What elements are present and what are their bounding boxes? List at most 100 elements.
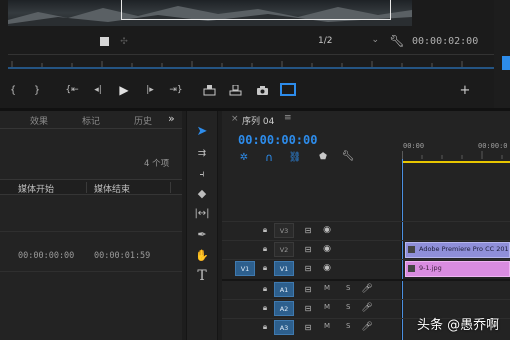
item-count: 4 个项 <box>144 159 170 169</box>
eye-icon[interactable]: ◉ <box>321 224 333 236</box>
work-area-bar[interactable] <box>402 161 510 163</box>
track-name-v1[interactable]: V1 <box>274 261 294 276</box>
overflow-tabs-icon[interactable]: » <box>168 112 175 125</box>
sequence-tab-title[interactable]: 序列 04 <box>242 114 274 127</box>
mute-button[interactable]: M <box>324 322 330 330</box>
track-select-tool-icon[interactable]: ⇉ <box>193 145 211 161</box>
resolution-value: 1/2 <box>318 36 333 46</box>
resolution-select[interactable]: 1/2 ⌄ <box>316 35 382 49</box>
mute-button[interactable]: M <box>324 284 330 292</box>
column-header: 媒体开始 媒体结束 <box>0 179 182 195</box>
play-icon[interactable]: ▶ <box>117 83 131 97</box>
microphone-icon[interactable]: 🎤︎ <box>361 283 372 295</box>
go-to-in-icon[interactable]: {⇤ <box>64 84 80 96</box>
lock-icon[interactable]: 🔒︎ <box>260 262 270 274</box>
tab-effects[interactable]: 效果 <box>30 114 48 127</box>
column-media-start[interactable]: 媒体开始 <box>18 182 54 195</box>
extract-icon[interactable] <box>228 84 242 96</box>
pen-tool-icon[interactable]: ✒ <box>193 226 211 242</box>
hand-tool-icon[interactable]: ✋ <box>193 247 211 263</box>
sync-lock-icon[interactable]: ⊟ <box>302 262 314 274</box>
solo-button[interactable]: S <box>346 322 350 330</box>
watermark: 头条 @愚乔啊 <box>417 318 500 333</box>
fx-badge-icon <box>408 265 415 272</box>
timeline-ruler[interactable]: 00:00 00:00:0 <box>402 137 510 163</box>
drop-marker-icon[interactable] <box>100 37 109 46</box>
timeline-clip[interactable]: 9-1.jpg <box>405 261 510 277</box>
sync-lock-icon[interactable]: ⊟ <box>302 224 314 236</box>
tools-panel: ➤ ⇉ ⫞ ◆ |↔| ✒ ✋ T <box>186 111 218 340</box>
column-separator[interactable] <box>86 182 87 193</box>
track-name-v2[interactable]: V2 <box>274 242 294 257</box>
row-divider <box>0 271 182 272</box>
microphone-icon[interactable]: 🎤︎ <box>361 321 372 333</box>
table-row[interactable]: 00:00:00:00 00:00:01:59 <box>0 249 182 263</box>
sync-lock-icon[interactable]: ⊟ <box>302 302 314 314</box>
solo-button[interactable]: S <box>346 303 350 311</box>
monitor-ruler[interactable] <box>8 54 494 69</box>
selection-tool-icon[interactable]: ➤ <box>193 122 211 140</box>
column-media-end[interactable]: 媒体结束 <box>94 182 130 195</box>
fx-badge-icon <box>408 246 415 253</box>
video-preview <box>8 0 412 26</box>
project-panel: 效果 标记 历史 » 4 个项 媒体开始 媒体结束 00:00:00:00 00… <box>0 111 182 340</box>
media-start-cell: 00:00:00:00 <box>18 251 75 261</box>
lock-icon[interactable]: 🔒︎ <box>260 243 270 255</box>
comparison-view-button[interactable] <box>280 83 296 96</box>
timeline-timecode[interactable]: 00:00:00:00 <box>238 133 317 147</box>
add-marker-icon[interactable]: ⬟ <box>318 151 328 163</box>
go-to-out-icon[interactable]: ⇥} <box>168 84 184 96</box>
wrench-icon[interactable]: 🔧︎ <box>389 34 404 48</box>
track-a1: 🔒︎ A1 ⊟ M S 🎤︎ <box>222 281 510 300</box>
track-v2: 🔒︎ V2 ⊟ ◉ Adobe Premiere Pro CC 2018 <box>222 240 510 259</box>
lift-icon[interactable] <box>202 84 216 96</box>
microphone-icon[interactable]: 🎤︎ <box>361 302 372 314</box>
sync-lock-icon[interactable]: ⊟ <box>302 321 314 333</box>
sequence-menu-icon[interactable]: ≡ <box>284 113 292 123</box>
tab-markers[interactable]: 标记 <box>82 114 100 127</box>
track-name-a2[interactable]: A2 <box>274 301 294 316</box>
nest-icon[interactable]: ✲ <box>238 151 250 163</box>
lock-icon[interactable]: 🔒︎ <box>260 321 270 333</box>
drag-video-icon[interactable]: ✣ <box>118 36 130 47</box>
type-tool-icon[interactable]: T <box>193 267 211 285</box>
program-timecode: 00:00:02:00 <box>412 36 479 47</box>
timeline-settings-icon[interactable]: 🔧︎ <box>342 150 355 162</box>
track-name-a3[interactable]: A3 <box>274 320 294 335</box>
track-name-a1[interactable]: A1 <box>274 282 294 297</box>
media-end-cell: 00:00:01:59 <box>94 251 151 261</box>
slip-tool-icon[interactable]: |↔| <box>193 205 211 221</box>
track-v3: 🔒︎ V3 ⊟ ◉ <box>222 221 510 240</box>
chevron-down-icon: ⌄ <box>371 35 379 45</box>
sync-lock-icon[interactable]: ⊟ <box>302 243 314 255</box>
safe-margin <box>121 0 391 20</box>
ripple-edit-tool-icon[interactable]: ⫞ <box>193 166 211 182</box>
track-v1: V1 🔒︎ V1 ⊟ ◉ 9-1.jpg <box>222 259 510 278</box>
source-patch-v1[interactable]: V1 <box>235 261 255 276</box>
mark-in-icon[interactable]: { <box>8 84 18 96</box>
eye-icon[interactable]: ◉ <box>321 262 333 274</box>
column-separator[interactable] <box>170 182 171 193</box>
step-forward-icon[interactable]: |▸ <box>144 84 156 96</box>
panel-tabs: 效果 标记 历史 » <box>0 111 182 129</box>
mute-button[interactable]: M <box>324 303 330 311</box>
camera-icon[interactable] <box>255 84 269 96</box>
step-back-icon[interactable]: ◂| <box>92 84 104 96</box>
track-name-v3[interactable]: V3 <box>274 223 294 238</box>
solo-button[interactable]: S <box>346 284 350 292</box>
monitor-playhead[interactable] <box>502 56 510 70</box>
snap-icon[interactable]: ∩ <box>263 151 275 164</box>
timeline-clip[interactable]: Adobe Premiere Pro CC 2018 <box>405 242 510 258</box>
close-sequence-icon[interactable]: × <box>231 114 239 124</box>
razor-tool-icon[interactable]: ◆ <box>193 185 211 201</box>
linked-selection-icon[interactable]: ⛓ <box>289 151 302 163</box>
eye-icon[interactable]: ◉ <box>321 243 333 255</box>
table-row[interactable] <box>0 231 182 232</box>
mark-out-icon[interactable]: } <box>32 84 42 96</box>
add-button-icon[interactable]: + <box>459 83 471 98</box>
sync-lock-icon[interactable]: ⊟ <box>302 283 314 295</box>
lock-icon[interactable]: 🔒︎ <box>260 302 270 314</box>
lock-icon[interactable]: 🔒︎ <box>260 224 270 236</box>
tab-history[interactable]: 历史 <box>134 114 152 127</box>
lock-icon[interactable]: 🔒︎ <box>260 283 270 295</box>
